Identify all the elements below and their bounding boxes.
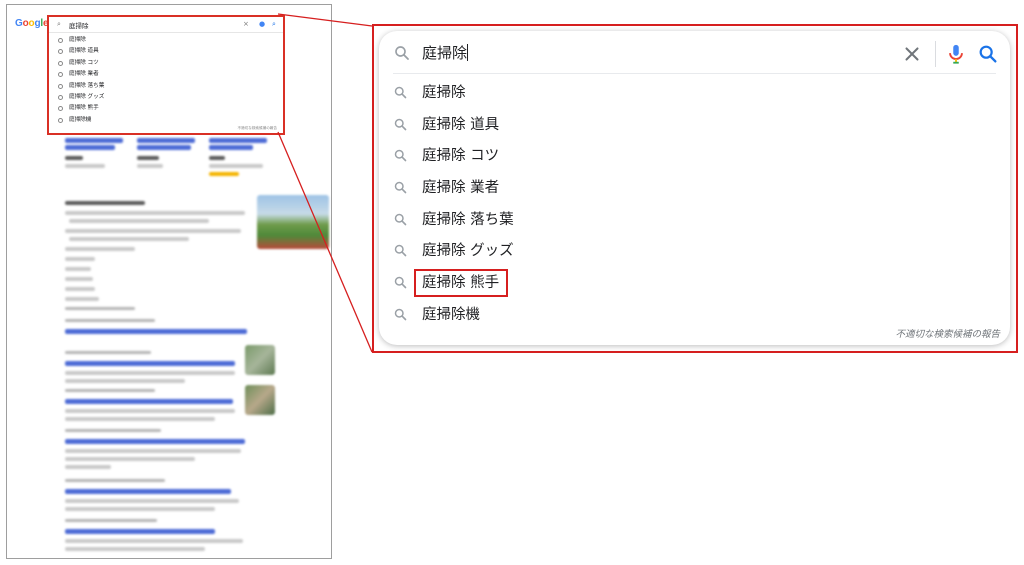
search-icon bbox=[393, 243, 411, 261]
suggestion-label: 庭掃除機 bbox=[422, 306, 480, 323]
zoom-callout-frame: 庭掃除 庭掃除 庭掃除 道具 庭掃除 コツ 庭掃除 業者 庭掃除 落ち葉 庭掃除 グッズ庭… bbox=[372, 24, 1018, 353]
result-thumb bbox=[245, 345, 275, 375]
suggestion-label: 庭掃除 コツ bbox=[422, 148, 500, 165]
mini-clear-icon: × bbox=[243, 20, 249, 28]
search-icon bbox=[393, 44, 411, 62]
shopping-card bbox=[65, 138, 129, 182]
search-submit-button[interactable] bbox=[977, 43, 999, 65]
suggestion-label: 庭掃除 グッズ bbox=[422, 243, 514, 260]
suggestion-item[interactable]: 庭掃除 落ち葉 bbox=[379, 205, 1010, 237]
page-thumbnail: Google ⌕ 庭掃除 × ● ⌕ 庭掃除 庭掃除 道具 庭掃除 コツ 庭掃除 業者… bbox=[6, 4, 332, 559]
suggestion-item[interactable]: 庭掃除 グッズ bbox=[379, 236, 1010, 268]
microphone-icon bbox=[949, 44, 963, 64]
suggestion-label: 庭掃除 業者 bbox=[422, 180, 500, 197]
shopping-card bbox=[209, 138, 273, 182]
suggestion-item[interactable]: 庭掃除 bbox=[379, 78, 1010, 110]
mini-suggestion-list: 庭掃除 庭掃除 道具 庭掃除 コツ 庭掃除 業者 庭掃除 落ち葉 庭掃除 グッズ 庭掃除 熊… bbox=[49, 33, 283, 126]
divider bbox=[393, 73, 996, 74]
mini-mic-icon: ● bbox=[259, 20, 266, 28]
search-icon bbox=[393, 180, 411, 198]
mini-suggestion-item: 庭掃除 bbox=[49, 35, 283, 46]
suggestion-label: 庭掃除 bbox=[422, 85, 466, 101]
mini-search-icon: ⌕ bbox=[57, 20, 61, 28]
result-thumb bbox=[245, 385, 275, 415]
mini-suggestion-item: 庭掃除 業者 bbox=[49, 69, 283, 80]
clear-button[interactable] bbox=[901, 43, 923, 65]
search-icon bbox=[393, 117, 411, 135]
suggestion-label: 庭掃除 落ち葉 bbox=[422, 211, 514, 228]
mini-suggestion-item: 庭掃除 熊手 bbox=[49, 103, 283, 114]
report-inappropriate-predictions-link[interactable]: 不適切な検索候補の報告 bbox=[895, 326, 1000, 340]
mini-search-dropdown: ⌕ 庭掃除 × ● ⌕ 庭掃除 庭掃除 道具 庭掃除 コツ 庭掃除 業者 庭掃除 落ち葉… bbox=[47, 15, 285, 135]
search-icon bbox=[393, 307, 411, 325]
mini-report-link: 不適切な検索候補の報告 bbox=[237, 126, 277, 130]
search-bar[interactable]: 庭掃除 bbox=[379, 31, 1010, 77]
mini-suggestion-item: 庭掃除 落ち葉 bbox=[49, 81, 283, 92]
mini-suggestion-item: 庭掃除 グッズ bbox=[49, 92, 283, 103]
divider bbox=[935, 41, 936, 67]
highlight-annotation bbox=[414, 269, 508, 298]
search-icon bbox=[979, 45, 997, 63]
voice-search-button[interactable] bbox=[945, 42, 967, 66]
suggestion-item[interactable]: 庭掃除 業者 bbox=[379, 173, 1010, 205]
mini-suggestion-item: 庭掃除機 bbox=[49, 115, 283, 126]
search-query-text: 庭掃除 bbox=[422, 44, 468, 62]
suggestion-list: 庭掃除庭掃除 道具 庭掃除 コツ 庭掃除 業者 庭掃除 落ち葉 庭掃除 グッズ庭掃除 熊… bbox=[379, 78, 1010, 332]
text-caret bbox=[467, 44, 469, 61]
shopping-card bbox=[137, 138, 201, 182]
result-photo bbox=[257, 195, 329, 249]
mini-suggestion-item: 庭掃除 道具 bbox=[49, 46, 283, 57]
search-input[interactable]: 庭掃除 bbox=[422, 42, 469, 64]
mini-search-button-icon: ⌕ bbox=[272, 20, 276, 28]
suggestion-item[interactable]: 庭掃除 コツ bbox=[379, 141, 1010, 173]
close-icon bbox=[905, 47, 919, 61]
suggestion-item[interactable]: 庭掃除 道具 bbox=[379, 110, 1010, 142]
logo-letter: G bbox=[15, 18, 23, 29]
suggestion-label: 庭掃除 道具 bbox=[422, 116, 500, 133]
mini-suggestion-item: 庭掃除 コツ bbox=[49, 58, 283, 69]
search-icon bbox=[393, 148, 411, 166]
search-icon bbox=[393, 275, 411, 293]
search-icon bbox=[393, 212, 411, 230]
mini-search-bar: ⌕ 庭掃除 × ● ⌕ bbox=[49, 17, 283, 33]
search-icon bbox=[393, 85, 411, 103]
google-logo: Google bbox=[15, 18, 49, 29]
suggestion-item[interactable]: 庭掃除 熊手 bbox=[379, 268, 1010, 300]
mini-query: 庭掃除 bbox=[69, 22, 89, 30]
search-dropdown: 庭掃除 庭掃除 庭掃除 道具 庭掃除 コツ 庭掃除 業者 庭掃除 落ち葉 庭掃除 グッズ庭… bbox=[379, 31, 1010, 345]
